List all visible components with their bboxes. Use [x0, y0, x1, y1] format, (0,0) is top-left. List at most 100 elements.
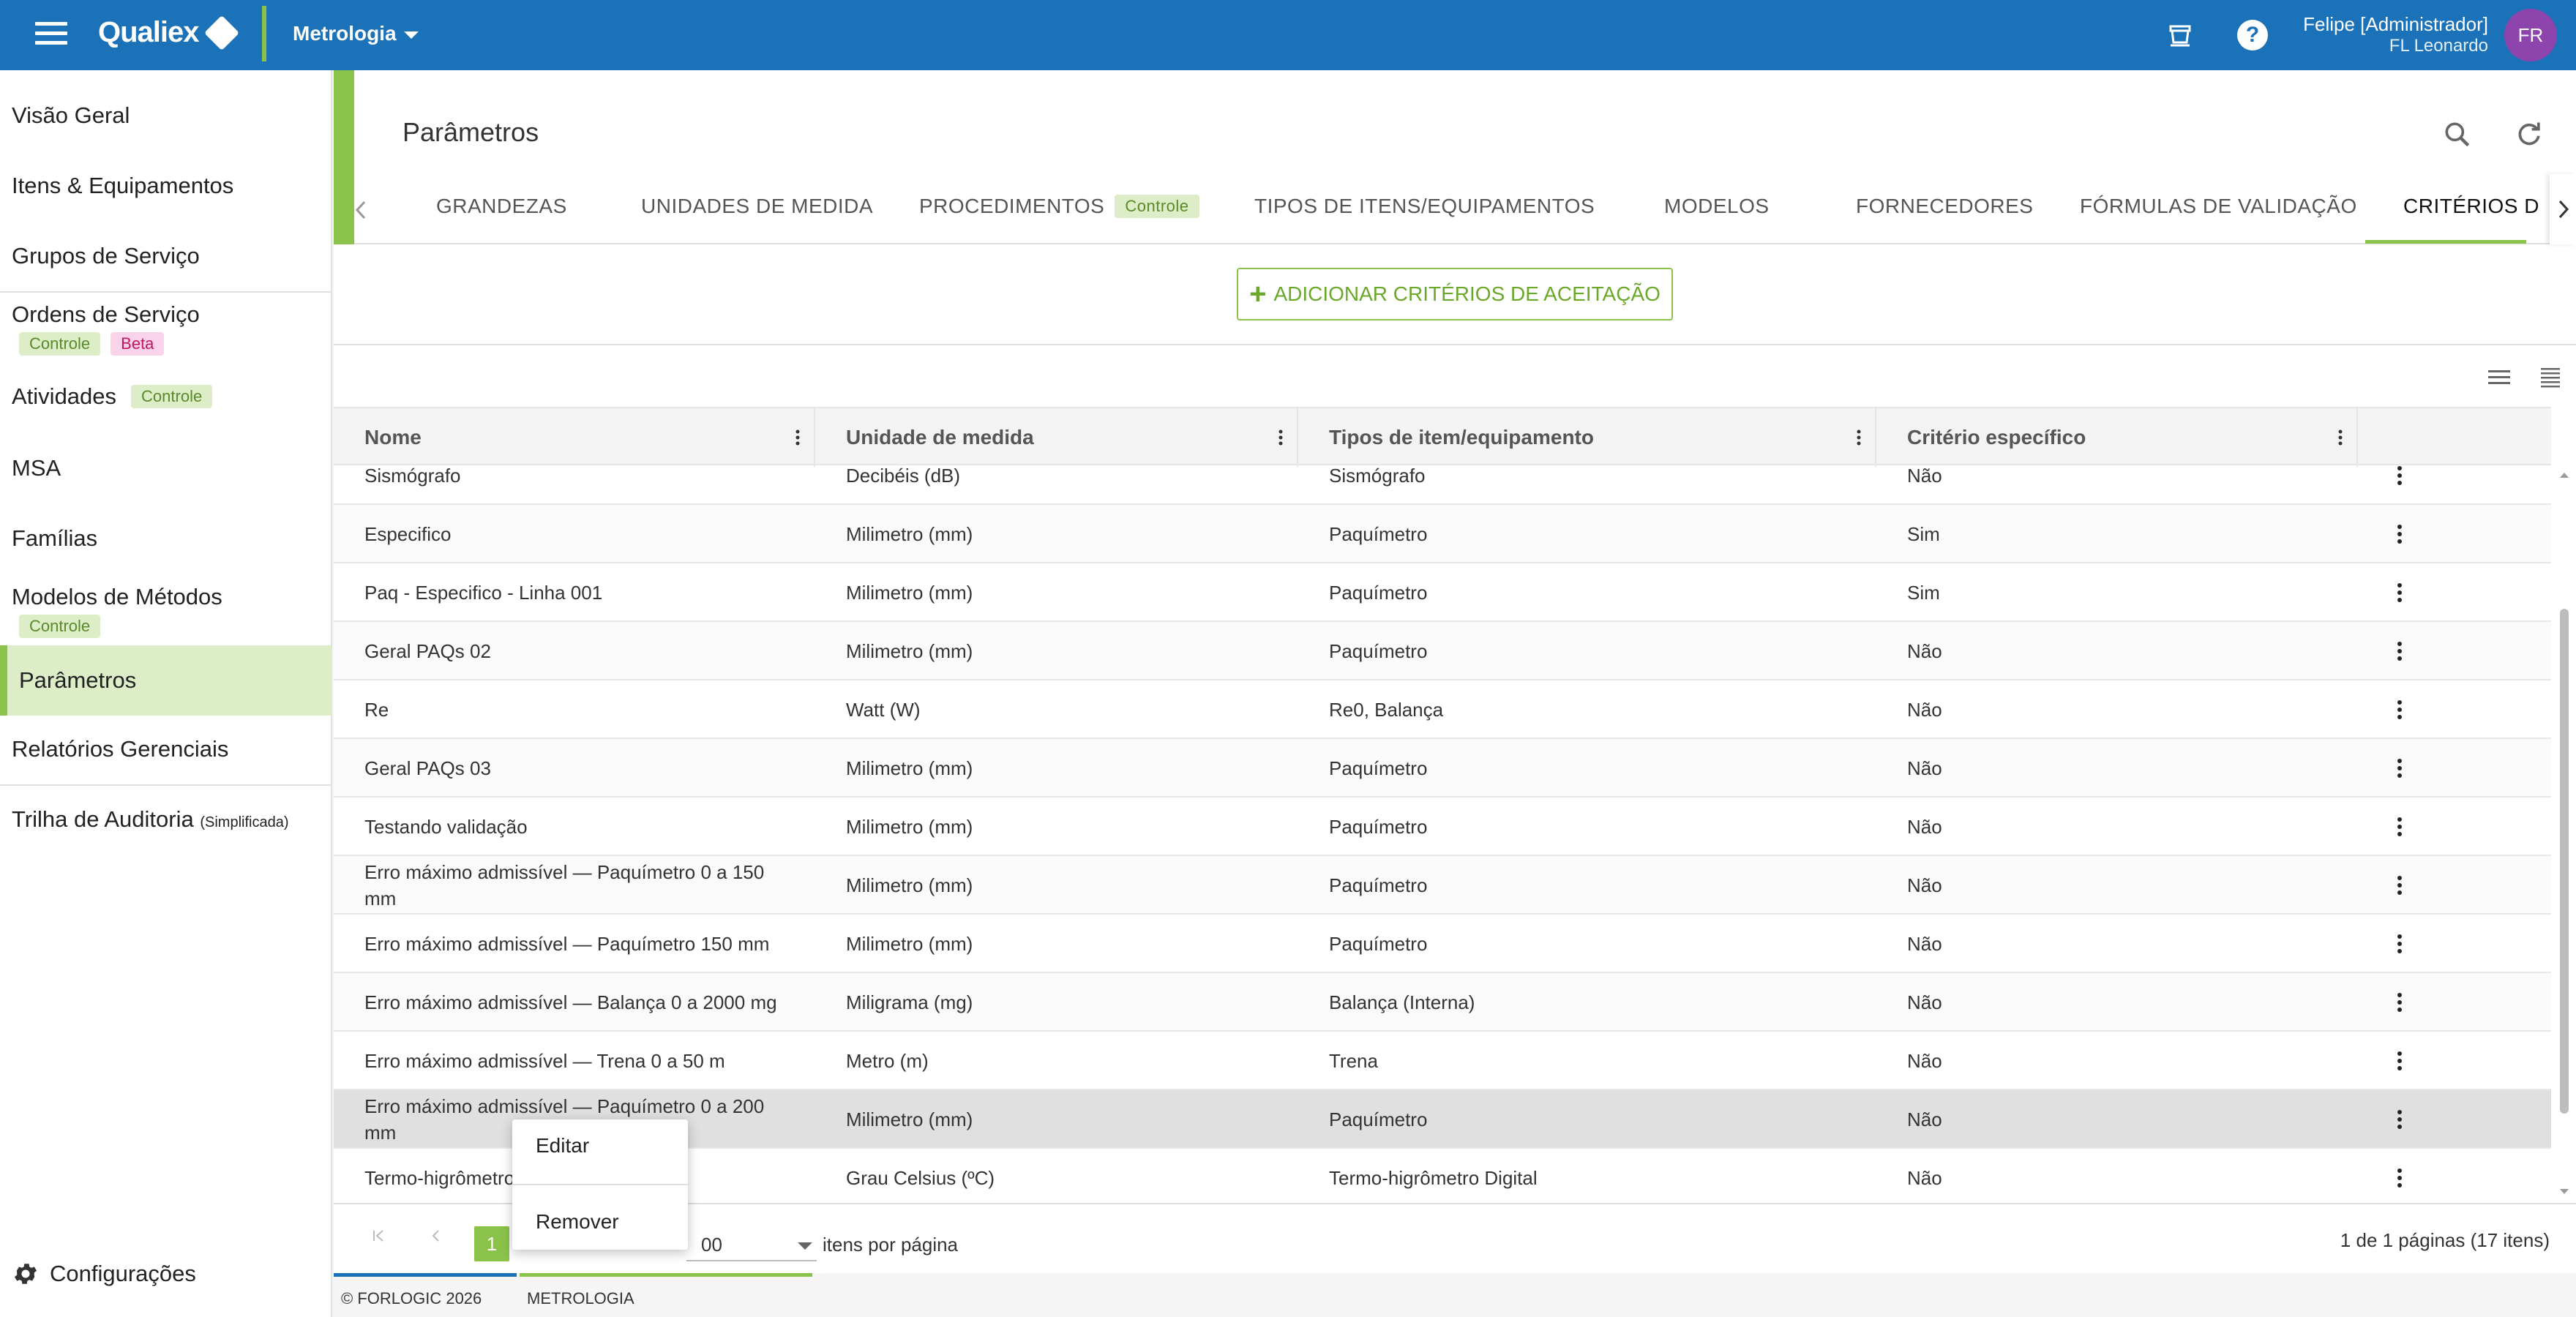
- scroll-down-icon[interactable]: [2557, 1187, 2572, 1197]
- sidebar-item-label: Modelos de Métodos: [12, 584, 222, 609]
- row-actions-icon[interactable]: [2396, 934, 2403, 954]
- table-row[interactable]: Erro máximo admissível — Trena 0 a 50 m M…: [334, 1032, 2551, 1090]
- table-cell: Paquímetro: [1329, 757, 1428, 779]
- top-bar: Qualiex Metrologia ? Felipe [Administrad…: [0, 0, 2576, 70]
- table-cell: Milimetro (mm): [846, 1108, 973, 1130]
- remove-menu-item[interactable]: Remover: [536, 1210, 619, 1234]
- row-actions-icon[interactable]: [2396, 817, 2403, 837]
- tab-grandezas[interactable]: GRANDEZAS: [436, 195, 567, 218]
- footer-accent: [334, 1273, 517, 1277]
- column-header-criterio[interactable]: Critério específico: [1876, 408, 2358, 467]
- refresh-icon[interactable]: [2513, 119, 2545, 154]
- search-icon[interactable]: [2441, 119, 2474, 154]
- tab-modelos[interactable]: MODELOS: [1664, 195, 1770, 218]
- add-criteria-button[interactable]: + ADICIONAR CRITÉRIOS DE ACEITAÇÃO: [1237, 268, 1673, 320]
- help-icon[interactable]: ?: [2236, 19, 2269, 51]
- tab-tipos-itens[interactable]: TIPOS DE ITENS/EQUIPAMENTOS: [1254, 195, 1595, 218]
- compact-view-icon[interactable]: [2539, 366, 2561, 391]
- table-row[interactable]: Erro máximo admissível — Paquímetro 0 a …: [334, 856, 2551, 915]
- sidebar-item-msa[interactable]: MSA: [0, 455, 332, 481]
- sidebar-item-label: Atividades: [12, 383, 117, 409]
- row-actions-icon[interactable]: [2396, 465, 2403, 486]
- table-row[interactable]: Erro máximo admissível — Balança 0 a 200…: [334, 973, 2551, 1032]
- sidebar-item-parametros[interactable]: Parâmetros: [0, 645, 332, 716]
- add-button-label: ADICIONAR CRITÉRIOS DE ACEITAÇÃO: [1273, 282, 1660, 305]
- page-size-select[interactable]: 00: [686, 1226, 817, 1261]
- table-cell: Milimetro (mm): [846, 816, 973, 838]
- scroll-up-icon[interactable]: [2557, 470, 2572, 480]
- sidebar-item-itens-equipamentos[interactable]: Itens & Equipamentos: [0, 173, 332, 199]
- prev-page-icon[interactable]: [427, 1226, 445, 1250]
- table-cell: Não: [1907, 816, 1942, 838]
- sidebar-item-trilha-auditoria[interactable]: Trilha de Auditoria (Simplificada): [0, 806, 332, 833]
- current-page[interactable]: 1: [474, 1226, 509, 1261]
- tab-fornecedores[interactable]: FORNECEDORES: [1856, 195, 2033, 218]
- sidebar-item-visao-geral[interactable]: Visão Geral: [0, 102, 332, 129]
- sidebar-item-ordens-servico[interactable]: Ordens de Serviço Controle Beta: [0, 301, 332, 356]
- scroll-thumb[interactable]: [2560, 609, 2569, 1114]
- sidebar-item-grupos-servico[interactable]: Grupos de Serviço: [0, 243, 332, 269]
- table-row[interactable]: Testando validação Milimetro (mm) Paquímet…: [334, 798, 2551, 856]
- sidebar-item-label: MSA: [12, 455, 61, 481]
- edit-menu-item[interactable]: Editar: [536, 1134, 589, 1157]
- column-menu-icon[interactable]: [2337, 429, 2343, 446]
- table-header: Nome Unidade de medida Tipos de item/equ…: [334, 407, 2551, 467]
- module-name: Metrologia: [293, 22, 397, 45]
- row-actions-icon[interactable]: [2396, 758, 2403, 778]
- sidebar-item-atividades[interactable]: Atividades Controle: [0, 383, 332, 410]
- divider: [0, 784, 332, 786]
- column-header-unidade[interactable]: Unidade de medida: [815, 408, 1298, 467]
- module-selector[interactable]: Metrologia: [293, 22, 419, 45]
- table-cell: Geral PAQs 02: [364, 640, 491, 662]
- column-menu-icon[interactable]: [1856, 429, 1862, 446]
- chevron-right-icon[interactable]: [2550, 174, 2576, 244]
- page-title: Parâmetros: [402, 117, 539, 147]
- column-header-nome[interactable]: Nome: [334, 408, 815, 467]
- table-cell: Paquímetro: [1329, 933, 1428, 955]
- table-cell: Sismógrafo: [1329, 465, 1426, 487]
- sidebar-item-modelos-metodos[interactable]: Modelos de Métodos Controle: [0, 584, 332, 638]
- plus-icon: +: [1249, 278, 1267, 310]
- row-actions-icon[interactable]: [2396, 1168, 2403, 1188]
- sidebar-item-familias[interactable]: Famílias: [0, 525, 332, 552]
- table-cell: Não: [1907, 933, 1942, 955]
- table-cell: Erro máximo admissível — Trena 0 a 50 m: [364, 1050, 725, 1072]
- settings-button[interactable]: Configurações: [12, 1260, 196, 1288]
- row-actions-icon[interactable]: [2396, 1109, 2403, 1130]
- column-menu-icon[interactable]: [1278, 429, 1284, 446]
- tab-formulas-validacao[interactable]: FÓRMULAS DE VALIDAÇÃO: [2080, 195, 2357, 218]
- table-cell: Testando validação: [364, 816, 528, 838]
- coffee-cup-icon[interactable]: [2165, 19, 2197, 51]
- table-row[interactable]: Re Watt (W) Re0, Balança Não: [334, 680, 2551, 739]
- tab-unidades-medida[interactable]: UNIDADES DE MEDIDA: [641, 195, 873, 218]
- row-actions-icon[interactable]: [2396, 641, 2403, 661]
- row-actions-icon[interactable]: [2396, 699, 2403, 720]
- column-menu-icon[interactable]: [795, 429, 801, 446]
- user-name: Felipe [Administrador]: [2303, 13, 2488, 35]
- row-actions-icon[interactable]: [2396, 582, 2403, 603]
- table-row[interactable]: Geral PAQs 02 Milimetro (mm) Paquímetro Não: [334, 622, 2551, 680]
- table-row[interactable]: Erro máximo admissível — Paquímetro 150 …: [334, 915, 2551, 973]
- sidebar: Visão Geral Itens & Equipamentos Grupos …: [0, 70, 332, 1317]
- first-page-icon[interactable]: [370, 1226, 388, 1250]
- sidebar-item-label: Visão Geral: [12, 102, 130, 128]
- row-actions-icon[interactable]: [2396, 524, 2403, 544]
- row-actions-icon[interactable]: [2396, 992, 2403, 1013]
- vertical-scrollbar[interactable]: [2556, 465, 2573, 1201]
- row-actions-icon[interactable]: [2396, 875, 2403, 896]
- table-row[interactable]: Geral PAQs 03 Milimetro (mm) Paquímetro Não: [334, 739, 2551, 798]
- table-row[interactable]: Sismógrafo Decibéis (dB) Sismógrafo Não: [334, 465, 2551, 505]
- user-info[interactable]: Felipe [Administrador] FL Leonardo: [2303, 13, 2488, 56]
- row-actions-icon[interactable]: [2396, 1051, 2403, 1071]
- chevron-left-icon[interactable]: [354, 199, 369, 225]
- table-row[interactable]: Especifico Milimetro (mm) Paquímetro Sim: [334, 505, 2551, 563]
- menu-icon[interactable]: [35, 22, 67, 48]
- footer-copyright: © FORLOGIC 2026: [341, 1289, 482, 1307]
- avatar[interactable]: FR: [2504, 9, 2557, 61]
- sidebar-item-relatorios[interactable]: Relatórios Gerenciais: [0, 736, 332, 762]
- tab-procedimentos[interactable]: PROCEDIMENTOS Controle: [919, 195, 1199, 218]
- tab-criterios[interactable]: CRITÉRIOS D: [2403, 195, 2539, 218]
- table-row[interactable]: Paq - Especifico - Linha 001 Milimetro (m…: [334, 563, 2551, 622]
- list-view-icon[interactable]: [2487, 366, 2512, 391]
- column-header-tipos[interactable]: Tipos de item/equipamento: [1298, 408, 1876, 467]
